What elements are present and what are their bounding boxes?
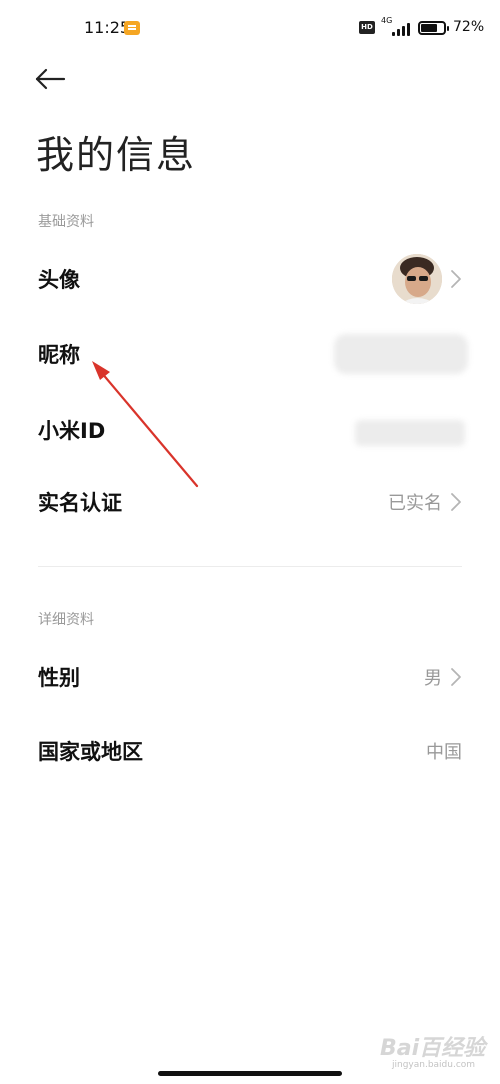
row-real-name-value: 已实名 [388,493,442,514]
hd-icon: HD [359,21,375,34]
row-gender-value: 男 [424,668,442,689]
battery-fill [421,24,437,32]
status-bar: 11:25 HD 4G 72% [0,0,500,56]
back-arrow-icon [35,68,66,90]
row-avatar-label: 头像 [38,268,80,292]
row-real-name-label: 实名认证 [38,491,122,515]
section-divider [38,566,462,567]
avatar [392,254,442,304]
row-avatar[interactable]: 头像 [0,249,500,309]
battery-icon [418,21,449,35]
row-nickname[interactable]: 昵称 [0,324,500,384]
back-button[interactable] [30,62,70,98]
row-nickname-label: 昵称 [38,343,80,367]
section-label-detail: 详细资料 [38,612,94,628]
battery-percent: 72% [453,19,485,35]
row-gender-label: 性别 [38,666,80,690]
blurred-mi-id-value [355,420,465,446]
section-label-basic: 基础资料 [38,214,94,230]
chevron-right-icon [451,270,461,288]
row-region-label: 国家或地区 [38,740,143,764]
message-notification-icon [124,21,140,35]
watermark-logo: Bai百经验 [380,1036,486,1061]
chevron-right-icon [451,493,461,511]
home-indicator[interactable] [158,1071,342,1076]
blurred-nickname-value [334,334,468,374]
row-gender[interactable]: 性别 男 [0,647,500,707]
row-mi-id[interactable]: 小米ID [0,400,500,460]
signal-strength-icon [382,20,412,36]
row-mi-id-label: 小米ID [38,419,106,443]
chevron-right-icon [451,668,461,686]
page-title: 我的信息 [36,133,197,177]
row-real-name[interactable]: 实名认证 已实名 [0,472,500,532]
row-region-value: 中国 [426,742,462,763]
watermark-url: jingyan.baidu.com [392,1060,476,1070]
my-info-screen: 11:25 HD 4G 72% 我的信息 基础资料 头像 昵称 小米ID 实名认… [0,0,500,1084]
avatar-image [392,254,442,304]
row-region[interactable]: 国家或地区 中国 [0,721,500,781]
